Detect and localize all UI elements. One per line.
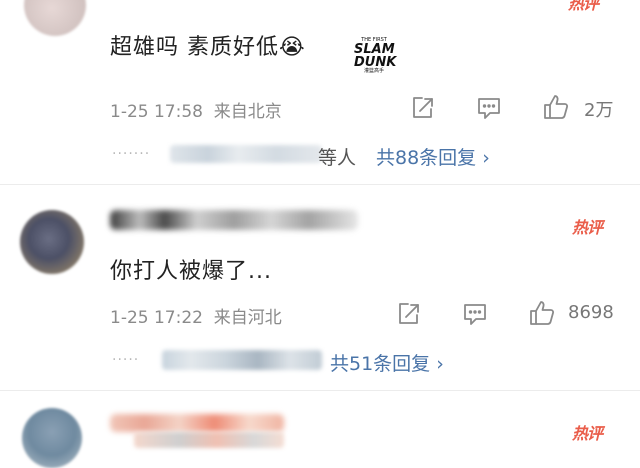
comment-meta: 1-25 17:22 来自河北	[110, 303, 282, 328]
comment-divider	[0, 184, 640, 185]
reply-preview-blurred	[170, 145, 322, 163]
avatar[interactable]	[24, 0, 86, 36]
reply-preview-blurred	[162, 350, 322, 370]
reply-dots: ·······	[112, 146, 151, 162]
comment-icon[interactable]	[476, 95, 502, 121]
comment-text: 你打人被爆了...	[110, 259, 272, 284]
crying-emoji: 😭	[279, 35, 306, 60]
hot-comment-badge: 热评	[572, 218, 603, 237]
comment-text: 超雄吗 素质好低😭	[110, 35, 306, 60]
comment-divider	[0, 390, 640, 391]
share-icon[interactable]	[410, 95, 436, 121]
like-icon[interactable]	[542, 93, 570, 121]
hot-comment-badge: 热评	[568, 0, 599, 13]
avatar[interactable]	[22, 408, 82, 468]
like-count: 8698	[568, 302, 614, 323]
comment-location: 来自河北	[213, 308, 282, 328]
reply-prefix: 等人	[318, 147, 357, 169]
username-blurred	[110, 210, 358, 230]
view-replies-link[interactable]: 共88条回复 ›	[376, 143, 490, 170]
reply-dots: ·····	[112, 352, 140, 368]
hot-comment-badge: 热评	[572, 424, 603, 443]
comment-icon[interactable]	[462, 301, 488, 327]
like-icon[interactable]	[528, 299, 556, 327]
comment-location: 来自北京	[213, 102, 282, 122]
view-replies-link[interactable]: 共51条回复 ›	[330, 349, 444, 376]
comment-meta: 1-25 17:58 来自北京	[110, 97, 282, 122]
share-icon[interactable]	[396, 301, 422, 327]
comment-time: 1-25 17:58	[110, 102, 203, 122]
like-count: 2万	[584, 100, 614, 121]
slam-dunk-sticker: THE FIRST SLAM DUNK 灌篮高手	[354, 37, 397, 74]
avatar[interactable]	[20, 210, 84, 274]
username-blurred	[110, 414, 284, 432]
comment-time: 1-25 17:22	[110, 308, 203, 328]
